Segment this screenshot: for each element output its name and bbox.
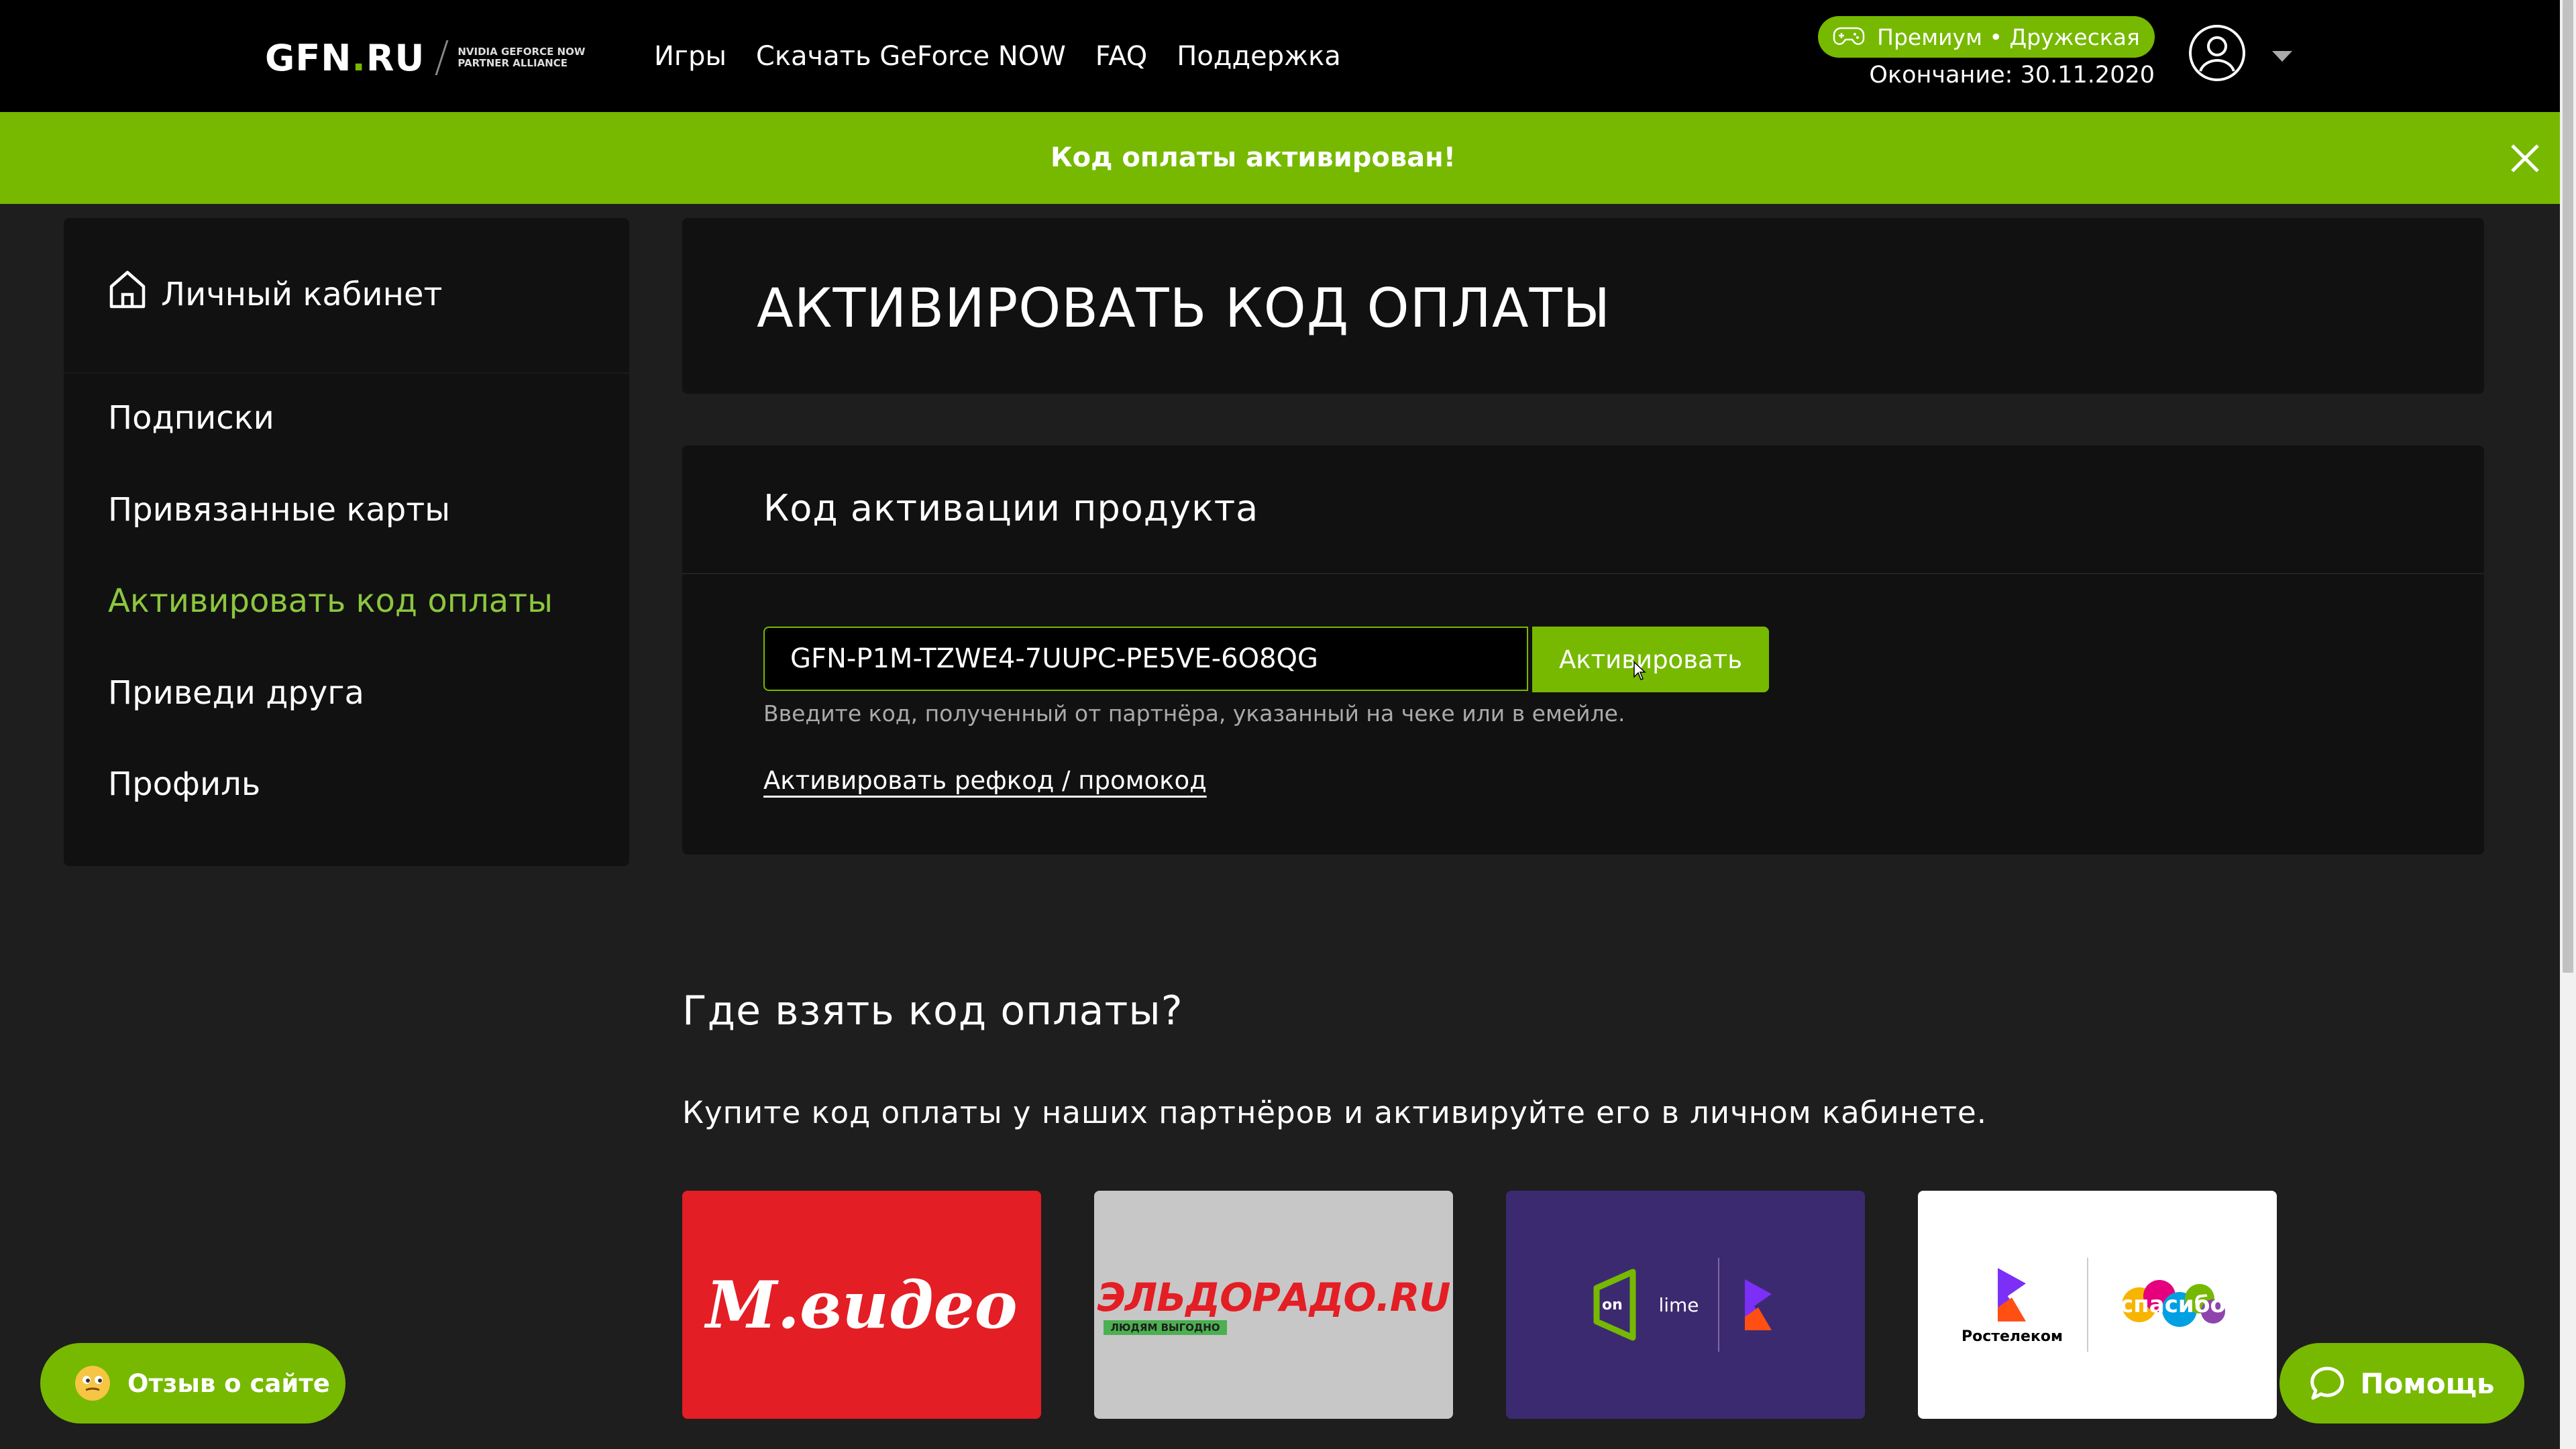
home-icon [109, 270, 146, 309]
activate-button[interactable]: Активировать [1532, 627, 1769, 692]
sidebar-item-subscriptions[interactable]: Подписки [108, 399, 274, 437]
sidebar-title[interactable]: Личный кабинет [161, 276, 442, 313]
activation-card: Код активации продукта Активировать Введ… [682, 445, 2484, 855]
top-navigation-bar: GFN.RU NVIDIA GEFORCE NOW PARTNER ALLIANC… [0, 0, 2560, 112]
partner-card-eldorado[interactable]: ЭЛЬДОРАДО.RU ЛЮДЯМ ВЫГОДНО [1094, 1191, 1453, 1419]
account-sidebar: Личный кабинет Подписки Привязанные карт… [64, 218, 629, 866]
rostelecom-logo: Ростелеком спасибо [1962, 1258, 2233, 1352]
feedback-button[interactable]: Отзыв о сайте [40, 1343, 345, 1424]
mvideo-logo: М.видео [706, 1267, 1018, 1343]
subscription-plan-badge[interactable]: Премиум • Дружеская [1818, 16, 2155, 58]
sidebar-header: Личный кабинет [64, 218, 629, 374]
rostelecom-mark-icon [1998, 1267, 2027, 1322]
gfn-logo[interactable]: GFN.RU NVIDIA GEFORCE NOW PARTNER ALLIANC… [265, 35, 585, 80]
nav-link-games[interactable]: Игры [654, 34, 727, 79]
activation-code-input[interactable] [763, 627, 1528, 691]
sidebar-item-linked-cards[interactable]: Привязанные карты [108, 491, 450, 529]
where-to-get-title: Где взять код оплаты? [682, 987, 1183, 1034]
sidebar-item-activate-code[interactable]: Активировать код оплаты [108, 582, 553, 620]
scrollbar-thumb[interactable] [2563, 0, 2573, 973]
page-title-card: АКТИВИРОВАТЬ КОД ОПЛАТЫ [682, 218, 2484, 394]
nav-link-support[interactable]: Поддержка [1177, 34, 1341, 79]
chat-bubble-icon [2310, 1366, 2345, 1400]
gamepad-icon [1833, 27, 1865, 45]
nav-link-faq[interactable]: FAQ [1095, 34, 1147, 79]
rostelecom-mark-icon [1744, 1279, 1772, 1330]
activation-card-title: Код активации продукта [763, 487, 1259, 529]
sidebar-item-refer-friend[interactable]: Приведи друга [108, 674, 364, 712]
user-avatar-icon[interactable] [2188, 24, 2246, 82]
logo-divider [435, 40, 449, 75]
logo-subtitle: NVIDIA GEFORCE NOW PARTNER ALLIANCE [458, 46, 586, 69]
partner-card-mvideo[interactable]: М.видео [682, 1191, 1041, 1419]
promo-code-link[interactable]: Активировать рефкод / промокод [763, 766, 1207, 795]
emoji-face-icon [75, 1366, 110, 1401]
help-button[interactable]: Помощь [2279, 1343, 2524, 1424]
spasibo-logo: спасибо [2112, 1275, 2233, 1335]
svg-text:on: on [1602, 1297, 1623, 1313]
logo-divider [1717, 1258, 1719, 1352]
plan-badge-label: Премиум • Дружеская [1877, 23, 2140, 50]
notification-text: Код оплаты активирован! [1050, 142, 1456, 173]
logo-divider [2087, 1258, 2088, 1352]
partner-card-onlime[interactable]: on lime [1506, 1191, 1865, 1419]
feedback-button-label: Отзыв о сайте [127, 1368, 330, 1398]
onlime-mark-icon: on [1593, 1269, 1636, 1341]
nav-link-download[interactable]: Скачать GeForce NOW [756, 34, 1066, 79]
activation-hint: Введите код, полученный от партнёра, ука… [763, 700, 1625, 727]
mouse-pointer-icon [1633, 661, 1646, 680]
page-title: АКТИВИРОВАТЬ КОД ОПЛАТЫ [757, 277, 1611, 339]
partner-card-rostelecom[interactable]: Ростелеком спасибо [1918, 1191, 2277, 1419]
success-notification: Код оплаты активирован! [0, 112, 2560, 204]
chevron-down-icon[interactable] [2272, 51, 2292, 62]
logo-text: GFN.RU [265, 36, 425, 79]
main-nav: Игры Скачать GeForce NOW FAQ Поддержка [654, 34, 1341, 79]
sidebar-item-profile[interactable]: Профиль [108, 765, 260, 803]
close-icon[interactable] [2510, 143, 2540, 174]
where-to-get-description: Купите код оплаты у наших партнёров и ак… [682, 1095, 1988, 1130]
activation-card-header: Код активации продукта [682, 445, 2484, 574]
rostelecom-brand: Ростелеком [1962, 1265, 2063, 1345]
help-button-label: Помощь [2360, 1366, 2495, 1400]
onlime-logo: on lime [1593, 1258, 1778, 1352]
subscription-end-date: Окончание: 30.11.2020 [1869, 62, 2155, 89]
eldorado-logo: ЭЛЬДОРАДО.RU ЛЮДЯМ ВЫГОДНО [1097, 1275, 1451, 1335]
